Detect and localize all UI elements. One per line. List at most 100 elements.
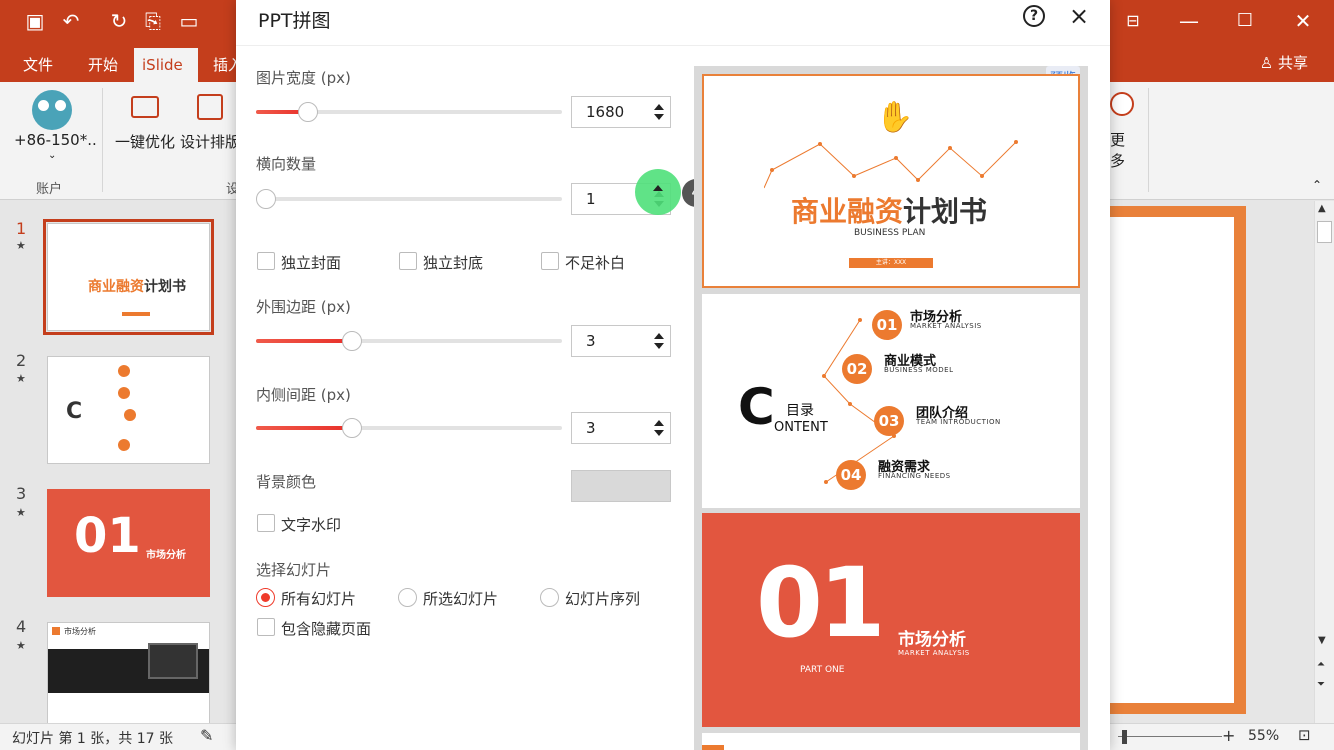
bg-color-picker[interactable]: [571, 470, 671, 502]
text-watermark-label[interactable]: 文字水印: [281, 514, 341, 535]
thumb-cover-button: [122, 312, 150, 316]
scroll-thumb[interactable]: [1317, 221, 1332, 243]
part-label: PART ONE: [800, 665, 845, 675]
thumb-cover-title: 商业融资计划书: [88, 279, 186, 295]
tab-islide[interactable]: iSlide: [134, 48, 198, 82]
decrement-icon[interactable]: [654, 430, 664, 436]
increment-icon[interactable]: [654, 333, 664, 339]
scroll-down-icon[interactable]: ▼: [1318, 635, 1326, 646]
outer-margin-input[interactable]: 3: [571, 325, 671, 357]
toc-item-sub: MARKET ANALYSIS: [910, 322, 982, 330]
star-icon: ★: [16, 239, 26, 252]
more-button[interactable]: 更多: [1110, 129, 1130, 171]
slide-count-status: 幻灯片 第 1 张，共 17 张: [12, 731, 173, 747]
standalone-back-checkbox[interactable]: [399, 252, 417, 270]
next-slide-icon[interactable]: ⏷: [1317, 679, 1325, 690]
all-slides-radio[interactable]: [256, 588, 275, 607]
inner-spacing-slider[interactable]: [256, 417, 562, 439]
slide-thumbnail-1[interactable]: 商业融资计划书: [43, 219, 214, 335]
toc-item-sub: FINANCING NEEDS: [878, 472, 951, 480]
slide-thumbnail-3[interactable]: 01 市场分析: [47, 489, 210, 597]
pad-blank-checkbox[interactable]: [541, 252, 559, 270]
standalone-cover-checkbox[interactable]: [257, 252, 275, 270]
selected-slides-radio[interactable]: [398, 588, 417, 607]
redo-icon[interactable]: ↻: [106, 8, 132, 34]
toc-item-sub: TEAM INTRODUCTION: [916, 418, 1001, 426]
inner-spacing-value[interactable]: 3: [586, 419, 596, 437]
slide-thumbnail-2[interactable]: C: [47, 356, 210, 464]
slide-sequence-label[interactable]: 幻灯片序列: [565, 588, 640, 609]
prev-slide-icon[interactable]: ⏶: [1317, 659, 1325, 670]
hand-icon: ✋: [876, 100, 914, 135]
part-sub: MARKET ANALYSIS: [898, 649, 970, 657]
text-watermark-checkbox[interactable]: [257, 514, 275, 532]
part-number: 01: [756, 547, 886, 659]
account-name[interactable]: +86-150*..: [14, 131, 97, 149]
slide-canvas[interactable]: [1110, 217, 1234, 703]
slider-knob[interactable]: [342, 418, 362, 438]
pad-blank-label[interactable]: 不足补白: [565, 252, 625, 273]
selected-slides-label[interactable]: 所选幻灯片: [423, 588, 498, 609]
horizontal-count-slider[interactable]: [256, 188, 562, 210]
zoom-in-icon[interactable]: +: [1222, 726, 1235, 745]
help-icon[interactable]: ?: [1023, 5, 1045, 27]
optimize-button[interactable]: 一键优化: [115, 131, 175, 152]
standalone-back-label[interactable]: 独立封底: [423, 252, 483, 273]
increment-icon[interactable]: [654, 420, 664, 426]
image-width-slider[interactable]: [256, 101, 562, 123]
all-slides-label[interactable]: 所有幻灯片: [281, 588, 356, 609]
slide-sequence-radio[interactable]: [540, 588, 559, 607]
image-width-value[interactable]: 1680: [586, 103, 624, 121]
outer-margin-value[interactable]: 3: [586, 332, 596, 350]
fit-window-icon[interactable]: ⊡: [1298, 726, 1311, 744]
close-icon[interactable]: ×: [1069, 2, 1089, 30]
slide-accent-bar: [702, 745, 724, 750]
zoom-handle[interactable]: [1122, 730, 1127, 744]
toc-item-sub: BUSINESS MODEL: [884, 366, 954, 374]
ribbon-display-icon[interactable]: ⊟: [1120, 8, 1146, 34]
toc-number: 02: [842, 354, 872, 384]
present-icon[interactable]: ⎘: [140, 8, 166, 34]
chevron-down-icon[interactable]: ⌄: [48, 150, 56, 161]
share-button[interactable]: ♙ 共享: [1260, 52, 1308, 73]
slider-knob[interactable]: [342, 331, 362, 351]
outer-margin-slider[interactable]: [256, 330, 562, 352]
trend-line: [764, 140, 1018, 189]
decrement-icon[interactable]: [654, 114, 664, 120]
standalone-cover-label[interactable]: 独立封面: [281, 252, 341, 273]
account-avatar[interactable]: [32, 90, 72, 130]
increment-icon[interactable]: [653, 185, 663, 191]
notes-icon[interactable]: ✎: [200, 726, 213, 745]
slide-number: 3: [16, 484, 27, 503]
window-close-icon[interactable]: ✕: [1290, 8, 1316, 34]
minimize-icon[interactable]: —: [1176, 8, 1202, 34]
save-icon[interactable]: ▣: [22, 8, 48, 34]
maximize-icon[interactable]: ☐: [1232, 8, 1258, 34]
slider-knob[interactable]: [298, 102, 318, 122]
scroll-up-icon[interactable]: ▲: [1318, 203, 1326, 214]
design-layout-button[interactable]: 设计排版: [180, 131, 240, 152]
undo-icon[interactable]: ↶: [58, 8, 84, 34]
include-hidden-label[interactable]: 包含隐藏页面: [281, 618, 371, 639]
tab-home[interactable]: 开始: [80, 48, 126, 82]
slider-knob[interactable]: [256, 189, 276, 209]
inner-spacing-input[interactable]: 3: [571, 412, 671, 444]
image-width-input[interactable]: 1680: [571, 96, 671, 128]
open-folder-icon[interactable]: ▭: [176, 8, 202, 34]
account-group-label: 账户: [36, 182, 63, 197]
star-icon: ★: [16, 639, 26, 652]
vertical-scrollbar[interactable]: ▲ ▼ ⏶ ⏷: [1314, 201, 1334, 723]
decrement-icon[interactable]: [654, 343, 664, 349]
increment-icon[interactable]: [654, 104, 664, 110]
outer-margin-label: 外围边距 (px): [256, 298, 351, 316]
slide-number: 2: [16, 351, 27, 370]
thumb-accent: [52, 627, 60, 635]
horizontal-count-value[interactable]: 1: [586, 190, 596, 208]
tab-file[interactable]: 文件: [15, 48, 61, 82]
zoom-track[interactable]: [1118, 736, 1222, 737]
cover-subtitle: BUSINESS PLAN: [854, 228, 926, 238]
slide-thumbnail-4[interactable]: 市场分析: [47, 622, 210, 730]
zoom-level[interactable]: 55%: [1248, 728, 1279, 744]
collapse-ribbon-icon[interactable]: ⌃: [1312, 178, 1322, 192]
include-hidden-checkbox[interactable]: [257, 618, 275, 636]
